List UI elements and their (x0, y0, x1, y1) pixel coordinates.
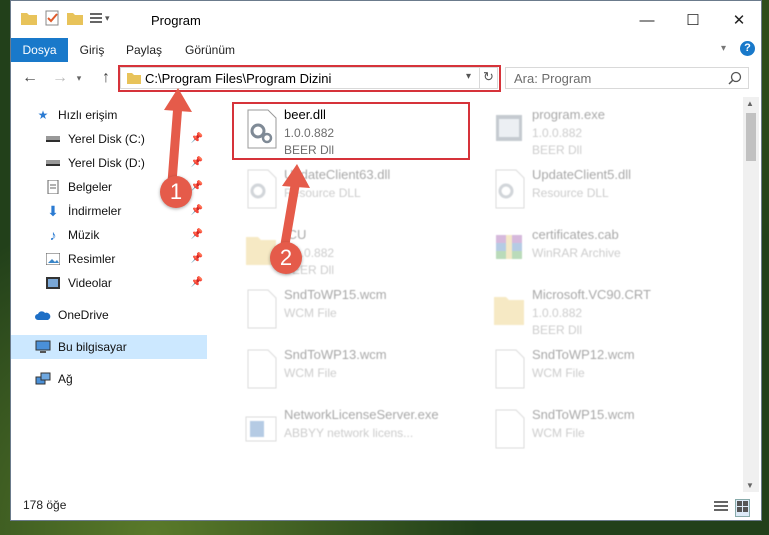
arrow-to-address-bar (167, 99, 183, 187)
arrow-head-1 (164, 88, 192, 112)
arrow-to-file (279, 175, 301, 255)
step-1-badge: 1 (160, 176, 192, 208)
annotation-overlay (164, 88, 310, 255)
arrow-head-2 (282, 164, 310, 188)
step-2-badge: 2 (270, 242, 302, 274)
